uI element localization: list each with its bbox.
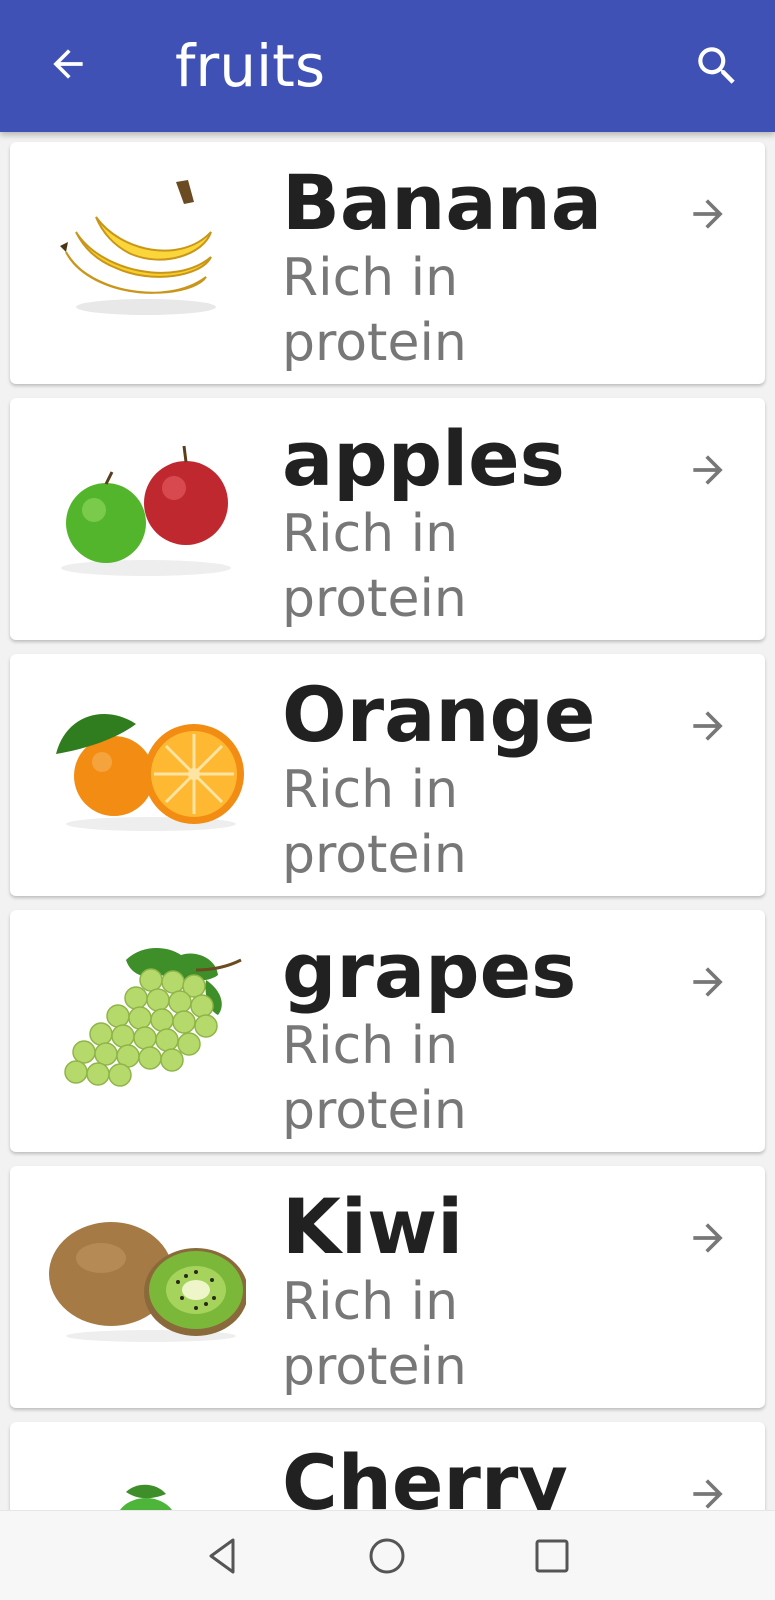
nav-recents-button[interactable] bbox=[527, 1531, 577, 1581]
app-bar: fruits bbox=[0, 0, 775, 132]
list-item-orange[interactable]: Orange Rich in protein bbox=[10, 654, 765, 896]
fruit-description: Rich in protein bbox=[282, 1272, 467, 1397]
triangle-back-icon bbox=[209, 1538, 235, 1574]
banana-image bbox=[60, 180, 216, 315]
system-nav-bar bbox=[0, 1510, 775, 1600]
list-item-apples[interactable]: apples Rich in protein bbox=[10, 398, 765, 640]
arrow-right-icon bbox=[682, 956, 734, 1008]
arrow-right-icon bbox=[682, 1468, 734, 1510]
list-item-banana[interactable]: Banana Rich in protein bbox=[10, 142, 765, 384]
fruit-name: grapes bbox=[282, 926, 577, 1015]
circle-home-icon bbox=[369, 1538, 405, 1574]
search-icon bbox=[698, 47, 735, 84]
arrow-right-icon bbox=[682, 1212, 734, 1264]
fruit-name: apples bbox=[282, 414, 565, 503]
fruit-description: Rich in protein bbox=[282, 760, 467, 885]
fruit-list: Banana Rich in protein apples Rich in pr… bbox=[0, 132, 775, 1510]
nav-back-button[interactable] bbox=[198, 1531, 248, 1581]
fruit-description: Rich in protein bbox=[282, 1016, 467, 1141]
kiwi-image bbox=[49, 1222, 246, 1342]
grapes-image bbox=[64, 948, 242, 1087]
orange-image bbox=[56, 714, 244, 831]
fruit-name: Cherry bbox=[282, 1438, 568, 1510]
square-recents-icon bbox=[535, 1539, 569, 1573]
app-screen: fruits Banana Rich in protein apples Ric… bbox=[0, 0, 775, 1600]
list-item-grapes[interactable]: grapes Rich in protein bbox=[10, 910, 765, 1152]
fruit-description: Rich in protein bbox=[282, 504, 467, 629]
arrow-right-icon bbox=[682, 188, 734, 240]
nav-home-button[interactable] bbox=[362, 1531, 412, 1581]
arrow-right-icon bbox=[682, 444, 734, 496]
back-button[interactable] bbox=[44, 40, 92, 88]
arrow-right-icon bbox=[682, 700, 734, 752]
fruit-description: Rich in protein bbox=[282, 248, 467, 373]
list-item-kiwi[interactable]: Kiwi Rich in protein bbox=[10, 1166, 765, 1408]
search-button[interactable] bbox=[689, 38, 745, 94]
fruit-name: Kiwi bbox=[282, 1182, 464, 1271]
page-title: fruits bbox=[175, 32, 326, 100]
arrow-left-icon bbox=[53, 49, 83, 79]
apples-image bbox=[61, 445, 231, 576]
list-item-cherry[interactable]: Cherry bbox=[10, 1422, 765, 1510]
cherry-image bbox=[120, 1484, 172, 1510]
fruit-name: Banana bbox=[282, 158, 602, 247]
fruit-name: Orange bbox=[282, 670, 596, 759]
